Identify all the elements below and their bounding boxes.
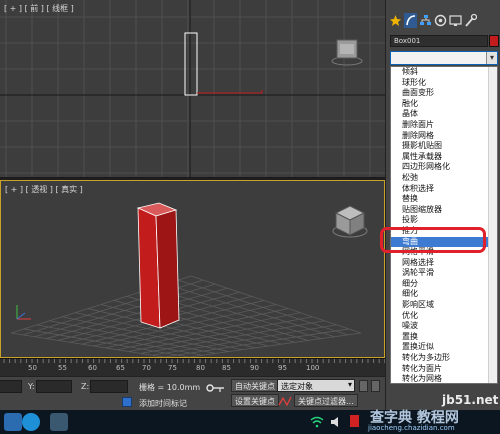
selected-object-value: 选定对象	[281, 382, 313, 391]
chevron-down-icon: ▾	[347, 380, 352, 389]
modifier-item[interactable]: 倾斜	[391, 67, 497, 78]
volume-icon[interactable]	[330, 416, 342, 428]
z-coord-label: Z:	[81, 382, 90, 391]
key-filters-button[interactable]: 关键点过滤器...	[294, 394, 358, 407]
modifier-item[interactable]: 转化为多边形	[391, 353, 497, 364]
y-coord-label: Y:	[28, 382, 35, 391]
modifier-item[interactable]: 四边形网格化	[391, 162, 497, 173]
status-bar: Y: Z: 栅格 = 10.0mm 添加时间标记 自动关键点 选定对象 ▾ 设置…	[0, 376, 385, 410]
front-viewport-label[interactable]: [ + ] [ 前 ] [ 线框 ]	[4, 3, 74, 14]
key-icon[interactable]	[206, 382, 226, 394]
front-grid	[0, 0, 385, 177]
hierarchy-tab-icon[interactable]	[419, 13, 432, 28]
timeline-tick-label: 100	[306, 364, 320, 372]
watermark-url: jiaocheng.chazidian.com	[368, 424, 455, 432]
app-icon[interactable]	[4, 413, 22, 431]
object-color-swatch[interactable]	[489, 35, 499, 47]
modifier-item[interactable]: 噪波	[391, 321, 497, 332]
grid-size-text: 栅格 = 10.0mm	[139, 383, 201, 392]
highlight-annotation	[380, 227, 486, 253]
modifier-item[interactable]: 置换	[391, 332, 497, 343]
timeline-tick-label: 65	[116, 364, 125, 372]
3dsmax-taskbar-icon[interactable]	[50, 413, 68, 431]
timeline-tick-label: 80	[196, 364, 205, 372]
timeline[interactable]: 50 55 60 65 70 75 80 85 90 95 100	[0, 358, 385, 376]
modifier-item[interactable]: 体积选择	[391, 184, 497, 195]
y-coord-field[interactable]	[36, 380, 72, 393]
watermark-site: jb51.net	[442, 393, 499, 407]
z-coord-field[interactable]	[90, 380, 128, 393]
create-tab-icon[interactable]	[389, 13, 402, 28]
timeline-tick-label: 75	[168, 364, 177, 372]
modifier-list[interactable]: 倾斜 球形化 曲面变形 融化 晶体 删除面片 删除网格 摄影机贴图 属性承载器 四边形网格化 松弛体…	[390, 66, 498, 384]
timeline-tick-label: 85	[222, 364, 231, 372]
timeline-tick-label: 50	[28, 364, 37, 372]
modifier-item[interactable]: 融化	[391, 99, 497, 110]
modifier-item[interactable]: 网格选择	[391, 258, 497, 269]
modifier-item[interactable]: 涡轮平滑	[391, 268, 497, 279]
prev-frame-button[interactable]	[359, 380, 368, 392]
modifier-item[interactable]: 松弛	[391, 173, 497, 184]
modifier-item[interactable]: 删除网格	[391, 131, 497, 142]
set-key-button[interactable]: 设置关键点	[231, 394, 279, 407]
modifier-item[interactable]: 投影	[391, 215, 497, 226]
modifier-item[interactable]: 晶体	[391, 109, 497, 120]
modifier-list-scrollbar[interactable]	[488, 67, 497, 383]
modifier-item[interactable]: 转化为面片	[391, 364, 497, 375]
utilities-tab-icon[interactable]	[464, 13, 478, 28]
modify-tab-icon[interactable]	[404, 13, 417, 28]
notification-icon[interactable]	[350, 415, 359, 427]
box-side-face	[155, 209, 180, 329]
modifier-item[interactable]: 删除面片	[391, 120, 497, 131]
box-shadow-line	[197, 90, 263, 94]
chevron-down-icon[interactable]: ▾	[486, 52, 497, 64]
axis-tripod-icon	[16, 305, 31, 320]
time-tag-icon[interactable]	[122, 397, 132, 407]
modifier-item[interactable]: 影响区域	[391, 300, 497, 311]
key-curve-icon[interactable]	[278, 395, 292, 407]
perspective-grid	[10, 202, 362, 357]
modifier-list-dropdown[interactable]: ▾	[390, 51, 498, 65]
auto-key-button[interactable]: 自动关键点	[231, 379, 279, 392]
timeline-tick-label: 55	[58, 364, 67, 372]
play-button[interactable]	[371, 380, 380, 392]
object-name-field[interactable]: Box001	[390, 35, 488, 47]
perspective-viewport-label[interactable]: [ + ] [ 透视 ] [ 真实 ]	[5, 184, 83, 195]
modifier-items: 倾斜 球形化 曲面变形 融化 晶体 删除面片 删除网格 摄影机贴图 属性承载器 四边形网格化 松弛体…	[391, 67, 497, 383]
modifier-item[interactable]: 优化	[391, 311, 497, 322]
motion-tab-icon[interactable]	[434, 13, 447, 28]
modifier-item[interactable]: 转化为网格	[391, 374, 497, 383]
selected-object-dropdown[interactable]: 选定对象 ▾	[277, 379, 355, 392]
timeline-tick-label: 90	[250, 364, 259, 372]
timeline-tick-label: 70	[142, 364, 151, 372]
x-coord-field[interactable]	[0, 380, 22, 393]
front-viewport[interactable]: [ + ] [ 前 ] [ 线框 ]	[0, 0, 385, 178]
modifier-item[interactable]: 细化	[391, 289, 497, 300]
modifier-item[interactable]: 球形化	[391, 78, 497, 89]
modifier-item[interactable]: 贴图缩放器	[391, 205, 497, 216]
modifier-item[interactable]: 置换近似	[391, 342, 497, 353]
modifier-item[interactable]: 替换	[391, 194, 497, 205]
modifier-item[interactable]: 曲面变形	[391, 88, 497, 99]
command-panel: Box001 ▾ 倾斜 球形化 曲面变形 融化 晶体 删除面片 删除网格 摄影机贴图 属性承载器…	[385, 0, 500, 410]
modifier-item[interactable]: 细分	[391, 279, 497, 290]
wifi-icon[interactable]	[310, 416, 324, 428]
media-player-icon[interactable]	[22, 413, 40, 431]
timeline-tick-label: 95	[278, 364, 287, 372]
modifier-item[interactable]: 属性承载器	[391, 152, 497, 163]
add-time-tag-button[interactable]: 添加时间标记	[139, 398, 187, 409]
box-front-wireframe	[184, 32, 198, 96]
perspective-viewport[interactable]: [ + ] [ 透视 ] [ 真实 ]	[0, 180, 385, 358]
timeline-tick-label: 60	[88, 364, 97, 372]
modifier-item[interactable]: 摄影机贴图	[391, 141, 497, 152]
display-tab-icon[interactable]	[449, 13, 462, 28]
